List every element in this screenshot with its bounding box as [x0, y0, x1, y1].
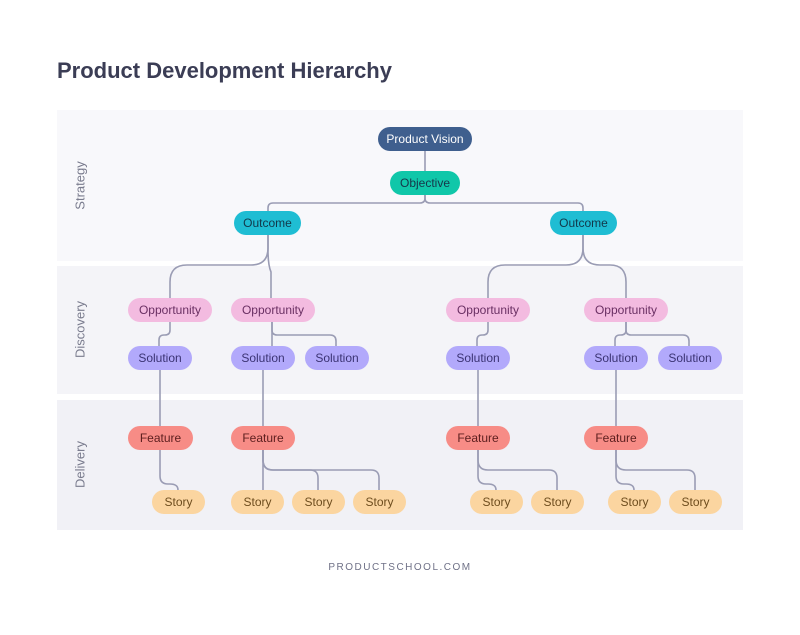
node-opportunity-2: Opportunity — [231, 298, 315, 322]
node-outcome-1: Outcome — [234, 211, 301, 235]
connector — [625, 321, 690, 347]
node-solution-4: Solution — [446, 346, 510, 370]
node-solution-6: Solution — [658, 346, 722, 370]
node-solution-3: Solution — [305, 346, 369, 370]
connector — [267, 234, 272, 299]
connector — [424, 194, 584, 213]
node-opportunity-1: Opportunity — [128, 298, 212, 322]
node-solution-5: Solution — [584, 346, 648, 370]
connector-lines — [158, 150, 696, 491]
connector — [159, 449, 179, 491]
connector — [158, 321, 171, 347]
node-opportunity-4: Opportunity — [584, 298, 668, 322]
node-product-vision: Product Vision — [378, 127, 472, 151]
connector — [614, 321, 627, 347]
connector — [267, 194, 426, 213]
connector — [476, 321, 489, 347]
connector — [582, 234, 627, 299]
node-outcome-2: Outcome — [550, 211, 617, 235]
connector — [271, 321, 337, 347]
node-solution-1: Solution — [128, 346, 192, 370]
footer-source: PRODUCTSCHOOL.COM — [328, 562, 472, 573]
connector — [169, 234, 269, 299]
node-solution-2: Solution — [231, 346, 295, 370]
node-story-8: Story — [669, 490, 722, 514]
node-story-5: Story — [470, 490, 523, 514]
node-story-4: Story — [353, 490, 406, 514]
node-story-6: Story — [531, 490, 584, 514]
connector — [262, 449, 380, 491]
node-objective: Objective — [390, 171, 460, 195]
node-story-7: Story — [608, 490, 661, 514]
node-story-1: Story — [152, 490, 205, 514]
node-story-2: Story — [231, 490, 284, 514]
node-feature-2: Feature — [231, 426, 295, 450]
node-opportunity-3: Opportunity — [446, 298, 530, 322]
node-feature-1: Feature — [128, 426, 193, 450]
node-story-3: Story — [292, 490, 345, 514]
connector — [487, 234, 584, 299]
node-feature-3: Feature — [446, 426, 510, 450]
node-feature-4: Feature — [584, 426, 648, 450]
